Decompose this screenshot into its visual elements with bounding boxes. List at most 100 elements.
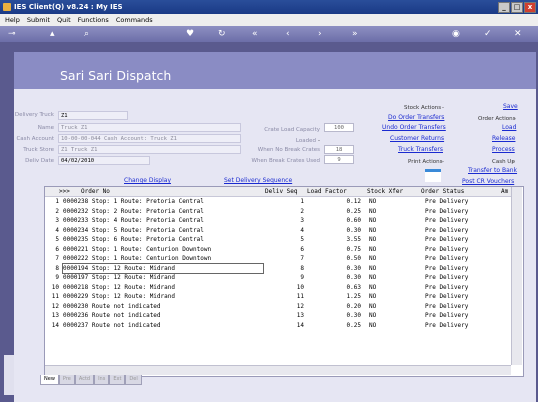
- maximize-button[interactable]: □: [511, 2, 523, 13]
- prev-icon[interactable]: ‹: [286, 29, 290, 39]
- load-factor-cell: 0.20: [346, 302, 361, 310]
- menu-help[interactable]: Help: [5, 16, 20, 24]
- minimize-button[interactable]: _: [498, 2, 510, 13]
- name-field[interactable]: Truck Z1: [58, 123, 241, 132]
- menu-commands[interactable]: Commands: [116, 16, 153, 24]
- transfer-to-bank-link[interactable]: Transfer to Bank: [468, 167, 517, 174]
- last-icon[interactable]: »: [352, 29, 358, 39]
- cancel-icon[interactable]: ✕: [514, 29, 522, 39]
- app-icon: [3, 3, 11, 11]
- stock-xfer-cell: NO: [369, 302, 377, 310]
- order-no-cell: 0000235 Stop: 6 Route: Pretoria Central: [63, 236, 204, 243]
- name-label: Name: [37, 125, 54, 131]
- close-button[interactable]: x: [524, 2, 536, 13]
- post-cr-vouchers-link[interactable]: Post CR Vouchers: [462, 178, 514, 185]
- header-order-status[interactable]: Order Status: [421, 187, 464, 196]
- status-tabs: New Pre Actd Ins Ext Del: [40, 375, 142, 385]
- table-row[interactable]: 11 0000229 Stop: 12 Route: Midrand 11 1.25 N…: [45, 292, 511, 302]
- release-link[interactable]: Release: [492, 135, 515, 142]
- stock-xfer-cell: NO: [369, 207, 377, 215]
- table-row[interactable]: 13 0000236 Route not indicated 13 0.30 NO Pre…: [45, 311, 511, 321]
- page-title: Sari Sari Dispatch: [60, 68, 172, 83]
- deliv-seq-cell: 8: [300, 264, 304, 272]
- when-no-break-crates-label: When No Break Crates: [257, 147, 320, 153]
- lock-icon[interactable]: ▴: [50, 29, 55, 39]
- load-link[interactable]: Load: [502, 124, 516, 131]
- side-strip: [4, 355, 14, 395]
- tab-new[interactable]: New: [40, 375, 59, 385]
- when-no-break-crates-field[interactable]: 18: [324, 145, 354, 154]
- order-status-cell: Pre Delivery: [425, 283, 469, 291]
- search-icon[interactable]: ⌕: [84, 29, 89, 39]
- next-icon[interactable]: ›: [318, 29, 322, 39]
- table-row[interactable]: 9 0000197 Stop: 12 Route: Midrand 9 0.30 NO P…: [45, 273, 511, 283]
- header-load-factor[interactable]: Load Factor: [307, 187, 347, 196]
- process-link[interactable]: Process: [492, 146, 515, 153]
- row-number: 7: [55, 255, 59, 262]
- grid-vertical-scrollbar[interactable]: [511, 187, 522, 365]
- save-link[interactable]: Save: [503, 103, 518, 110]
- grid-header: >>> Order No Deliv Seq Load Factor Stock…: [45, 187, 511, 197]
- crate-load-capacity-field[interactable]: 100: [324, 123, 354, 132]
- truck-transfers-link[interactable]: Truck Transfers: [398, 146, 443, 153]
- stock-xfer-cell: NO: [369, 274, 377, 281]
- order-actions-label: Order Actions: [478, 116, 516, 122]
- stock-xfer-cell: NO: [369, 321, 377, 329]
- table-row[interactable]: 4 0000234 Stop: 5 Route: Pretoria Central…: [45, 226, 511, 236]
- order-status-cell: Pre Delivery: [425, 293, 469, 300]
- row-number: 5: [55, 236, 59, 243]
- menu-functions[interactable]: Functions: [78, 16, 109, 24]
- table-row[interactable]: 2 0000232 Stop: 2 Route: Pretoria Central…: [45, 207, 511, 217]
- stock-xfer-cell: NO: [369, 264, 377, 272]
- undo-order-transfers-link[interactable]: Undo Order Transfers: [382, 124, 446, 131]
- table-row[interactable]: 1 0000238 Stop: 1 Route: Pretoria Central…: [45, 197, 511, 207]
- customer-returns-link[interactable]: Customer Returns: [390, 135, 444, 142]
- header-deliv-seq[interactable]: Deliv Seq: [265, 187, 298, 196]
- change-display-link[interactable]: Change Display: [124, 177, 171, 184]
- deliv-seq-cell: 14: [296, 321, 304, 329]
- order-actions-marker: -: [514, 116, 516, 122]
- table-row[interactable]: 6 0000221 Stop: 1 Route: Centurion Downto…: [45, 245, 511, 255]
- do-order-transfers-link[interactable]: Do Order Transfers: [388, 114, 444, 121]
- order-status-cell: Pre Delivery: [425, 198, 469, 205]
- table-row[interactable]: 14 0000237 Route not indicated 14 0.25 NO Pre…: [45, 321, 511, 331]
- table-row[interactable]: 12 0000230 Route not indicated 12 0.20 NO Pre…: [45, 302, 511, 312]
- header-stock-xfer[interactable]: Stock Xfer: [367, 187, 403, 196]
- table-row[interactable]: 3 0000233 Stop: 4 Route: Pretoria Central…: [45, 216, 511, 226]
- heart-icon[interactable]: ♥: [186, 29, 194, 39]
- menu-submit[interactable]: Submit: [27, 16, 50, 24]
- deliv-seq-cell: 11: [296, 293, 304, 300]
- tab-del[interactable]: Del: [125, 375, 142, 385]
- table-row[interactable]: 7 0000222 Stop: 1 Route: Centurion Downto…: [45, 254, 511, 264]
- key-icon[interactable]: ⊸: [8, 29, 16, 39]
- row-number: 2: [55, 207, 59, 215]
- tab-ins[interactable]: Ins: [94, 375, 110, 385]
- first-icon[interactable]: «: [252, 29, 258, 39]
- stock-actions-label: Stock Actions: [404, 105, 442, 111]
- tab-actd[interactable]: Actd: [74, 375, 95, 385]
- table-row[interactable]: 8 0000194 Stop: 12 Route: Midrand 8 0.30 NO P…: [45, 262, 511, 274]
- truck-store-field[interactable]: Z1 Truck Z1: [58, 145, 241, 154]
- deliv-date-field[interactable]: 04/02/2010: [58, 156, 150, 165]
- tab-pre[interactable]: Pre: [58, 375, 75, 385]
- grid-horizontal-scrollbar[interactable]: [45, 365, 511, 375]
- when-break-crates-used-field[interactable]: 9: [324, 155, 354, 164]
- truck-store-label: Truck Store: [23, 147, 54, 153]
- deliv-seq-cell: 9: [300, 274, 304, 281]
- set-delivery-sequence-link[interactable]: Set Delivery Sequence: [224, 177, 292, 184]
- ok-icon[interactable]: ✓: [484, 29, 492, 39]
- order-no-cell: 0000218 Stop: 12 Route: Midrand: [63, 283, 175, 291]
- tab-ext[interactable]: Ext: [109, 375, 126, 385]
- header-truncated[interactable]: Am: [501, 187, 508, 196]
- loaded-label: Loaded: [295, 138, 316, 144]
- printer-icon[interactable]: [425, 169, 441, 182]
- menu-quit[interactable]: Quit: [57, 16, 71, 24]
- stop-icon[interactable]: ◉: [452, 29, 460, 39]
- delivery-truck-field[interactable]: Z1: [58, 111, 128, 120]
- table-row[interactable]: 5 0000235 Stop: 6 Route: Pretoria Central…: [45, 235, 511, 245]
- refresh-icon[interactable]: ↻: [218, 29, 226, 39]
- load-factor-cell: 0.30: [346, 312, 361, 319]
- header-order-no[interactable]: Order No: [81, 187, 110, 196]
- cash-account-field[interactable]: 10-00-00-044 Cash Account: Truck Z1: [58, 134, 241, 143]
- table-row[interactable]: 10 0000218 Stop: 12 Route: Midrand 10 0.63 N…: [45, 283, 511, 293]
